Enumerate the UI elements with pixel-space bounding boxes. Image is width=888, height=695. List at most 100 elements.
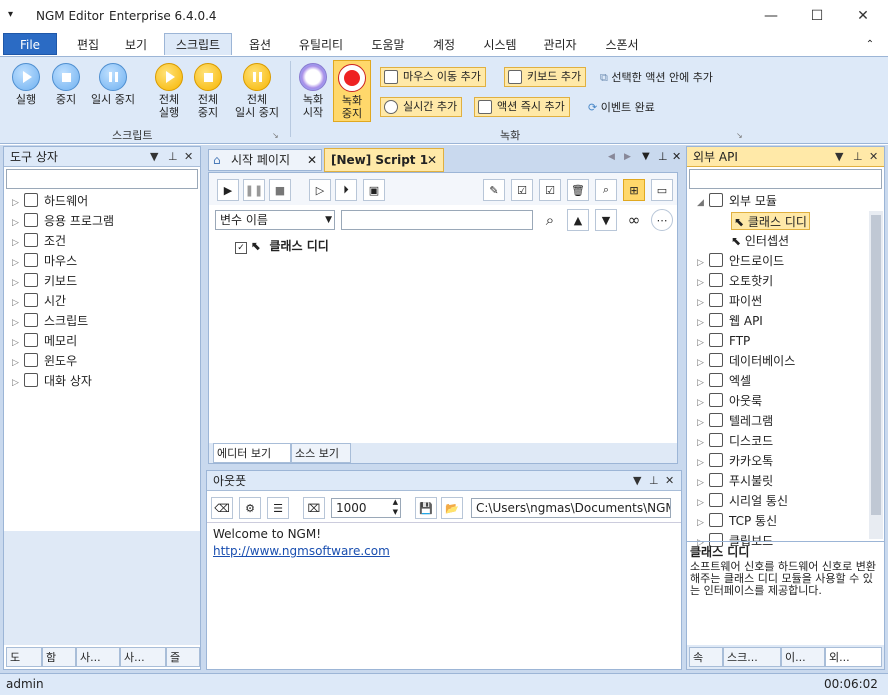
favorites-tab[interactable]: 즐 — [166, 647, 200, 667]
search-icon[interactable]: ⌕ — [595, 179, 617, 201]
system-menu-icon[interactable]: ▾ — [8, 9, 13, 20]
run-to-icon[interactable]: ⏵ — [335, 179, 357, 201]
dialog-launcher-icon[interactable]: ↘ — [272, 131, 279, 140]
expand-icon[interactable]: ▷ — [12, 334, 24, 352]
stop-icon[interactable]: ■ — [269, 179, 291, 201]
toolbox-item[interactable]: ▷ 키보드 — [12, 272, 77, 290]
tree-item-external-module[interactable]: ◢ 외부 모듈 — [697, 192, 777, 210]
settings-icon[interactable]: ⚙ — [239, 497, 261, 519]
scroll-left-icon[interactable]: ◀ — [608, 152, 615, 162]
dropdown-icon[interactable]: ▼ — [633, 471, 641, 491]
expand-icon[interactable]: ▷ — [697, 374, 709, 392]
api-item[interactable]: ▷ TCP 통신 — [697, 512, 777, 530]
down-icon[interactable]: ▼ — [595, 209, 617, 231]
check-all-icon[interactable]: ☑ — [511, 179, 533, 201]
expand-icon[interactable]: ▷ — [12, 254, 24, 272]
tab-script-1[interactable]: [New] Script 1 ✕ — [324, 148, 444, 172]
step-icon[interactable]: ▷ — [309, 179, 331, 201]
expand-icon[interactable]: ▷ — [697, 294, 709, 312]
close-icon[interactable]: ✕ — [665, 471, 674, 491]
dropdown-icon[interactable]: ▼ — [642, 151, 650, 162]
expand-icon[interactable]: ▷ — [697, 274, 709, 292]
expand-icon[interactable]: ▷ — [12, 354, 24, 372]
user-tab[interactable]: 사... — [76, 647, 120, 667]
expand-icon[interactable]: ▷ — [12, 294, 24, 312]
expand-icon[interactable]: ▷ — [12, 194, 24, 212]
tree-icon[interactable]: ⊞ — [623, 179, 645, 201]
api-item[interactable]: ▷ 디스코드 — [697, 432, 773, 450]
pause-button[interactable]: 일시 중지 — [86, 63, 140, 106]
expand-icon[interactable]: ▷ — [12, 274, 24, 292]
more-icon[interactable]: ⋯ — [651, 209, 673, 231]
tab-help[interactable]: 도움말 — [362, 34, 414, 56]
expand-icon[interactable]: ▷ — [697, 254, 709, 272]
pin-icon[interactable]: ⊥ — [853, 147, 863, 167]
api-item[interactable]: ▷ 안드로이드 — [697, 252, 784, 270]
tree-item-interception[interactable]: ⬉ 인터셉션 — [731, 232, 789, 250]
up-icon[interactable]: ▲ — [567, 209, 589, 231]
dropdown-icon[interactable]: ▼ — [835, 147, 843, 167]
path-input[interactable]: C:\Users\ngmas\Documents\NGM6\ — [471, 498, 671, 518]
tab-start-page[interactable]: ⌂ 시작 페이지 ✕ — [208, 149, 322, 171]
add-action-now-button[interactable]: 액션 즉시 추가 — [474, 97, 570, 117]
api-item[interactable]: ▷ 아웃룩 — [697, 392, 762, 410]
add-mouse-move-button[interactable]: 마우스 이동 추가 — [380, 67, 486, 87]
close-icon[interactable]: ✕ — [184, 147, 193, 167]
function-tab[interactable]: 함 — [42, 647, 76, 667]
expand-icon[interactable]: ▷ — [697, 354, 709, 372]
play-icon[interactable]: ▶ — [217, 179, 239, 201]
tab-script[interactable]: 스크립트 — [164, 33, 232, 55]
api-item[interactable]: ▷ 파이썬 — [697, 292, 762, 310]
dropdown-icon[interactable]: ▼ — [150, 147, 158, 167]
api-item[interactable]: ▷ 오토핫키 — [697, 272, 773, 290]
save-icon[interactable]: 💾 — [415, 497, 437, 519]
eraser-icon[interactable]: ⌧ — [303, 497, 325, 519]
folder-icon[interactable]: 📂 — [441, 497, 463, 519]
tab-file[interactable]: File — [3, 33, 57, 55]
api-item[interactable]: ▷ 데이터베이스 — [697, 352, 795, 370]
search-icon[interactable]: ⌕ — [539, 209, 561, 231]
tab-admin[interactable]: 관리자 — [534, 34, 586, 56]
expand-icon[interactable]: ▷ — [697, 414, 709, 432]
expand-icon[interactable]: ▷ — [12, 314, 24, 332]
external-api-tab[interactable]: 외... — [825, 647, 882, 667]
tab-edit[interactable]: 편집 — [68, 34, 108, 56]
expand-icon[interactable]: ▷ — [12, 234, 24, 252]
expand-icon[interactable]: ▷ — [697, 494, 709, 512]
toolbox-item[interactable]: ▷ 마우스 — [12, 252, 77, 270]
delete-icon[interactable]: 🗑 — [567, 179, 589, 201]
pin-icon[interactable]: ⊥ — [168, 147, 178, 167]
tab-sponsor[interactable]: 스폰서 — [596, 34, 648, 56]
api-item[interactable]: ▷ 시리얼 통신 — [697, 492, 788, 510]
api-item[interactable]: ▷ FTP — [697, 332, 750, 350]
expand-icon[interactable]: ▷ — [697, 474, 709, 492]
run-cursor-icon[interactable]: ▣ — [363, 179, 385, 201]
clear-icon[interactable]: ⌫ — [211, 497, 233, 519]
script-tab[interactable]: 스크... — [723, 647, 781, 667]
toolbox-item[interactable]: ▷ 조건 — [12, 232, 66, 250]
toolbox-item[interactable]: ▷ 시간 — [12, 292, 66, 310]
expand-icon[interactable]: ▷ — [697, 514, 709, 532]
api-search-input[interactable] — [689, 169, 882, 189]
expand-icon[interactable]: ▷ — [697, 314, 709, 332]
checkbox[interactable]: ✓ — [235, 242, 247, 254]
monitor-icon[interactable]: ▭ — [651, 179, 673, 201]
api-item[interactable]: ▷ 푸시불릿 — [697, 472, 773, 490]
user-function-tab[interactable]: 사... — [120, 647, 166, 667]
editor-view-tab[interactable]: 에디터 보기 — [213, 443, 291, 463]
tab-system[interactable]: 시스템 — [474, 34, 526, 56]
stepper-icon[interactable]: ▲ ▼ — [393, 499, 398, 517]
add-realtime-button[interactable]: 실시간 추가 — [380, 97, 463, 117]
close-icon[interactable]: ✕ — [672, 150, 681, 163]
loop-icon[interactable]: ∞ — [623, 209, 645, 231]
expand-icon[interactable]: ▷ — [12, 374, 24, 392]
check-icon[interactable]: ☑ — [539, 179, 561, 201]
pin-icon[interactable]: ⊥ — [658, 150, 668, 163]
delay-input[interactable]: 1000 ▲ ▼ — [331, 498, 401, 518]
dialog-launcher-icon[interactable]: ↘ — [736, 131, 743, 140]
scrollbar[interactable] — [869, 211, 883, 539]
variable-name-select[interactable]: 변수 이름 ▼ — [215, 210, 335, 230]
toolbox-item[interactable]: ▷ 윈도우 — [12, 352, 77, 370]
maximize-button[interactable]: ☐ — [794, 0, 840, 32]
tab-view[interactable]: 보기 — [116, 34, 156, 56]
